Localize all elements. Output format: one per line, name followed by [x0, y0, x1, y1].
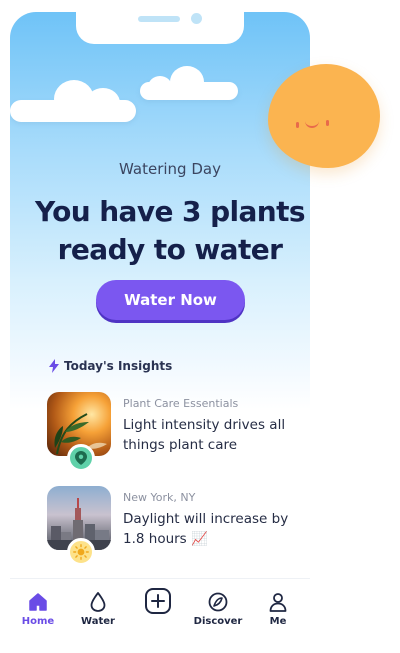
insight-card-daylight[interactable]: New York, NY Daylight will increase by 1… — [47, 486, 307, 566]
sun-smile — [305, 120, 319, 128]
tab-water[interactable]: Water — [70, 591, 126, 627]
sun-left-eye — [296, 122, 299, 128]
front-camera — [191, 13, 202, 24]
insight-source: Plant Care Essentials — [123, 397, 239, 410]
location-pin-badge — [67, 444, 95, 472]
lightning-bolt-icon — [49, 359, 59, 373]
headline: You have 3 plants ready to water — [10, 193, 310, 269]
sun-badge — [67, 538, 95, 566]
insight-card-plant-care[interactable]: Plant Care Essentials Light intensity dr… — [47, 392, 307, 472]
insights-header: Today's Insights — [48, 359, 172, 373]
tab-me[interactable]: Me — [250, 591, 306, 627]
sun-character-illustration — [268, 64, 380, 168]
insight-source: New York, NY — [123, 491, 196, 504]
tab-add[interactable] — [130, 587, 186, 618]
phone-notch — [76, 12, 244, 44]
speaker-grille — [138, 16, 180, 22]
bottom-tab-bar: Home Water Discover Me — [10, 578, 310, 653]
add-icon — [145, 588, 171, 614]
cloud-illustration-right — [140, 66, 238, 100]
phone-screen: Watering Day You have 3 plants ready to … — [10, 12, 310, 653]
cloud-illustration-left — [10, 80, 136, 122]
watering-day-label: Watering Day — [119, 160, 221, 178]
water-now-button[interactable]: Water Now — [96, 280, 245, 320]
sun-icon — [73, 544, 89, 560]
person-icon — [269, 593, 287, 612]
tab-me-label: Me — [269, 616, 287, 627]
tab-discover[interactable]: Discover — [190, 591, 246, 627]
insight-text: Daylight will increase by 1.8 hours 📈 — [123, 511, 289, 547]
sun-right-eye — [326, 120, 329, 126]
insight-text: Light intensity drives all things plant … — [123, 417, 286, 453]
headline-line-2: ready to water — [57, 233, 283, 266]
tab-home[interactable]: Home — [10, 591, 66, 627]
compass-icon — [208, 592, 228, 612]
water-drop-icon — [90, 592, 106, 612]
insights-title: Today's Insights — [64, 359, 173, 373]
location-pin-icon — [75, 451, 87, 465]
tab-home-label: Home — [21, 616, 55, 627]
home-icon — [29, 593, 47, 611]
tab-water-label: Water — [81, 616, 115, 627]
headline-line-1: You have 3 plants — [35, 195, 306, 228]
tab-discover-label: Discover — [193, 616, 243, 627]
